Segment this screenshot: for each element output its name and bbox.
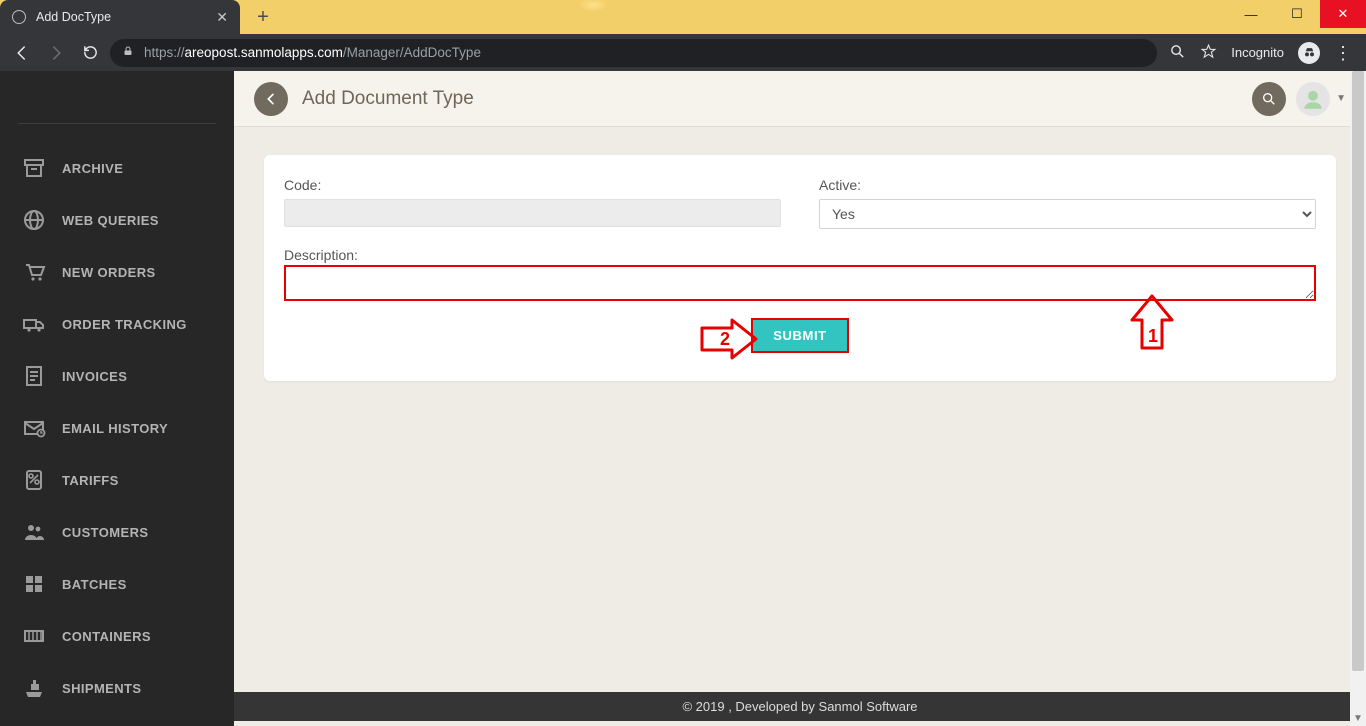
sidebar-brand-area <box>18 86 216 124</box>
close-tab-icon[interactable]: ✕ <box>216 10 228 24</box>
container-icon <box>22 624 46 648</box>
sidebar-item-label: ARCHIVE <box>62 161 123 176</box>
user-menu-caret-icon[interactable]: ▼ <box>1336 93 1346 104</box>
submit-button[interactable]: SUBMIT <box>753 320 846 351</box>
nav-back-button[interactable] <box>8 39 36 67</box>
incognito-label: Incognito <box>1231 45 1284 60</box>
grid-icon <box>22 572 46 596</box>
footer-text: © 2019 , Developed by Sanmol Software <box>682 699 917 714</box>
sidebar-item-label: EMAIL HISTORY <box>62 421 168 436</box>
bookmark-star-icon[interactable] <box>1200 43 1217 63</box>
sidebar: ARCHIVE WEB QUERIES NEW ORDERS ORDER TRA… <box>0 71 234 726</box>
sidebar-item-customers[interactable]: CUSTOMERS <box>0 506 234 558</box>
nav-reload-button[interactable] <box>76 39 104 67</box>
window-minimize-button[interactable]: — <box>1228 0 1274 28</box>
sidebar-item-web-queries[interactable]: WEB QUERIES <box>0 194 234 246</box>
sidebar-item-label: ORDER TRACKING <box>62 317 187 332</box>
tariff-icon <box>22 468 46 492</box>
sidebar-item-order-tracking[interactable]: ORDER TRACKING <box>0 298 234 350</box>
scrollbar[interactable]: ▲ ▼ <box>1350 71 1366 726</box>
address-bar[interactable]: https://areopost.sanmolapps.com/Manager/… <box>110 39 1157 67</box>
tab-title: Add DocType <box>36 10 111 24</box>
code-label: Code: <box>284 177 781 193</box>
globe-icon <box>22 208 46 232</box>
description-input[interactable] <box>284 265 1316 301</box>
cart-icon <box>22 260 46 284</box>
sidebar-item-label: CONTAINERS <box>62 629 151 644</box>
search-icon <box>1261 91 1277 107</box>
zoom-icon[interactable] <box>1169 43 1186 63</box>
sidebar-item-label: INVOICES <box>62 369 127 384</box>
browser-tab[interactable]: Add DocType ✕ <box>0 0 240 34</box>
form-card: Code: Active: Yes Description: SU <box>264 155 1336 381</box>
scroll-thumb[interactable] <box>1352 71 1364 671</box>
sidebar-item-label: WEB QUERIES <box>62 213 159 228</box>
sidebar-item-tariffs[interactable]: TARIFFS <box>0 454 234 506</box>
new-tab-button[interactable]: + <box>248 2 278 32</box>
sidebar-item-invoices[interactable]: INVOICES <box>0 350 234 402</box>
favicon-icon <box>12 10 26 24</box>
nav-forward-button[interactable] <box>42 39 70 67</box>
truck-icon <box>22 312 46 336</box>
sidebar-item-new-orders[interactable]: NEW ORDERS <box>0 246 234 298</box>
sidebar-item-email-history[interactable]: EMAIL HISTORY <box>0 402 234 454</box>
ship-icon <box>22 676 46 700</box>
header-search-button[interactable] <box>1252 82 1286 116</box>
user-avatar[interactable] <box>1296 82 1330 116</box>
svg-text:1: 1 <box>1148 326 1158 346</box>
window-maximize-button[interactable]: ☐ <box>1274 0 1320 28</box>
annotation-arrow-2: 2 <box>700 318 760 360</box>
decorative-glow <box>578 0 608 12</box>
sidebar-item-label: SHIPMENTS <box>62 681 141 696</box>
code-input[interactable] <box>284 199 781 227</box>
description-label: Description: <box>284 247 358 263</box>
scroll-down-button[interactable]: ▼ <box>1350 710 1366 726</box>
chevron-left-icon <box>263 91 279 107</box>
page-title: Add Document Type <box>302 88 474 110</box>
lock-icon <box>122 45 134 60</box>
sidebar-item-containers[interactable]: CONTAINERS <box>0 610 234 662</box>
sidebar-item-shipments[interactable]: SHIPMENTS <box>0 662 234 714</box>
active-label: Active: <box>819 177 1316 193</box>
avatar-icon <box>1300 86 1326 112</box>
sidebar-item-label: CUSTOMERS <box>62 525 148 540</box>
active-select[interactable]: Yes <box>819 199 1316 229</box>
back-button[interactable] <box>254 82 288 116</box>
sidebar-item-label: TARIFFS <box>62 473 119 488</box>
svg-text:2: 2 <box>720 329 730 349</box>
window-close-button[interactable]: ✕ <box>1320 0 1366 28</box>
sidebar-item-batches[interactable]: BATCHES <box>0 558 234 610</box>
invoice-icon <box>22 364 46 388</box>
users-icon <box>22 520 46 544</box>
incognito-icon <box>1298 42 1320 64</box>
url-text: https://areopost.sanmolapps.com/Manager/… <box>144 45 481 60</box>
footer: © 2019 , Developed by Sanmol Software <box>234 692 1366 726</box>
sidebar-item-archive[interactable]: ARCHIVE <box>0 142 234 194</box>
sidebar-item-label: BATCHES <box>62 577 127 592</box>
page-header: Add Document Type ▼ <box>234 71 1366 127</box>
mail-icon <box>22 416 46 440</box>
archive-icon <box>22 156 46 180</box>
sidebar-item-label: NEW ORDERS <box>62 265 156 280</box>
